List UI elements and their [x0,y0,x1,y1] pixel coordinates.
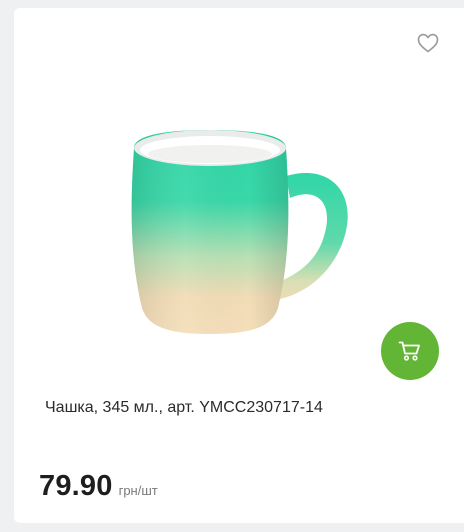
favorite-button[interactable] [416,32,440,54]
product-image[interactable] [114,118,374,348]
price-value: 79.90 [39,470,113,502]
product-title[interactable]: Чашка, 345 мл., арт. YMCC230717-14 [45,399,323,417]
price-unit: грн/шт [118,483,158,498]
product-price: 79.90 грн/шт [39,470,158,503]
mug-product-image [131,130,348,334]
add-to-cart-button[interactable] [381,322,439,380]
shopping-cart-icon [398,341,420,361]
heart-outline-icon [417,33,439,53]
product-card[interactable]: Чашка, 345 мл., арт. YMCC230717-14 79.90… [14,8,464,523]
